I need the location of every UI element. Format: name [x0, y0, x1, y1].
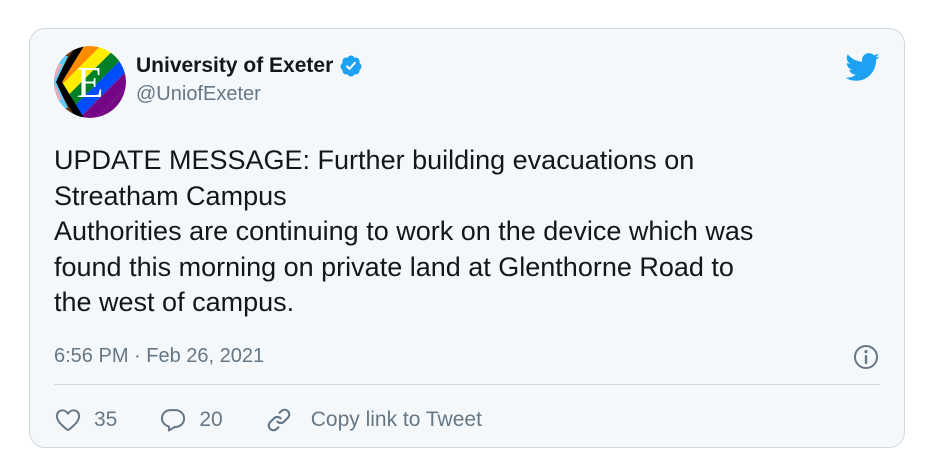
twitter-bird-icon[interactable] — [844, 52, 880, 82]
author-handle[interactable]: @UniofExeter — [136, 83, 363, 106]
tweet-text-line: UPDATE MESSAGE: Further building evacuat… — [54, 145, 695, 175]
reply-button[interactable]: 20 — [159, 406, 223, 434]
verified-badge-icon — [339, 54, 363, 78]
copy-link-button[interactable]: Copy link to Tweet — [265, 406, 482, 434]
tweet-text-line: the west of campus. — [54, 287, 295, 317]
copy-link-label: Copy link to Tweet — [310, 408, 482, 431]
avatar-letter: E — [77, 58, 104, 107]
heart-icon — [55, 409, 81, 431]
avatar[interactable]: E — [54, 46, 126, 118]
like-button[interactable]: 35 — [54, 406, 117, 434]
info-icon[interactable] — [852, 343, 880, 371]
tweet-header: E University of Exeter @UniofExeter — [54, 46, 880, 118]
display-name-row: University of Exeter — [136, 51, 363, 81]
divider — [54, 384, 880, 385]
pride-flag-avatar-image: E — [54, 46, 126, 118]
tweet-text: UPDATE MESSAGE: Further building evacuat… — [54, 143, 884, 321]
like-count: 35 — [94, 408, 118, 431]
tweet-text-line: Streatham Campus — [54, 180, 287, 211]
display-name[interactable]: University of Exeter — [136, 54, 333, 78]
reply-bubble-icon — [161, 409, 186, 432]
tweet-text-line: Authorities are continuing to work on th… — [54, 216, 754, 246]
tweet-text-line: found this morning on private land at Gl… — [54, 251, 734, 282]
reply-count: 20 — [199, 408, 223, 431]
link-icon — [267, 408, 290, 432]
tweet-timestamp[interactable]: 6:56 PM · Feb 26, 2021 — [54, 345, 264, 368]
tweet-actions: 35 20 Copy link to Tweet — [54, 403, 482, 437]
tweet-meta: 6:56 PM · Feb 26, 2021 — [54, 341, 880, 371]
author-names: University of Exeter @UniofExeter — [136, 51, 363, 106]
tweet-card[interactable]: E University of Exeter @UniofExeter UPDA… — [29, 28, 905, 448]
